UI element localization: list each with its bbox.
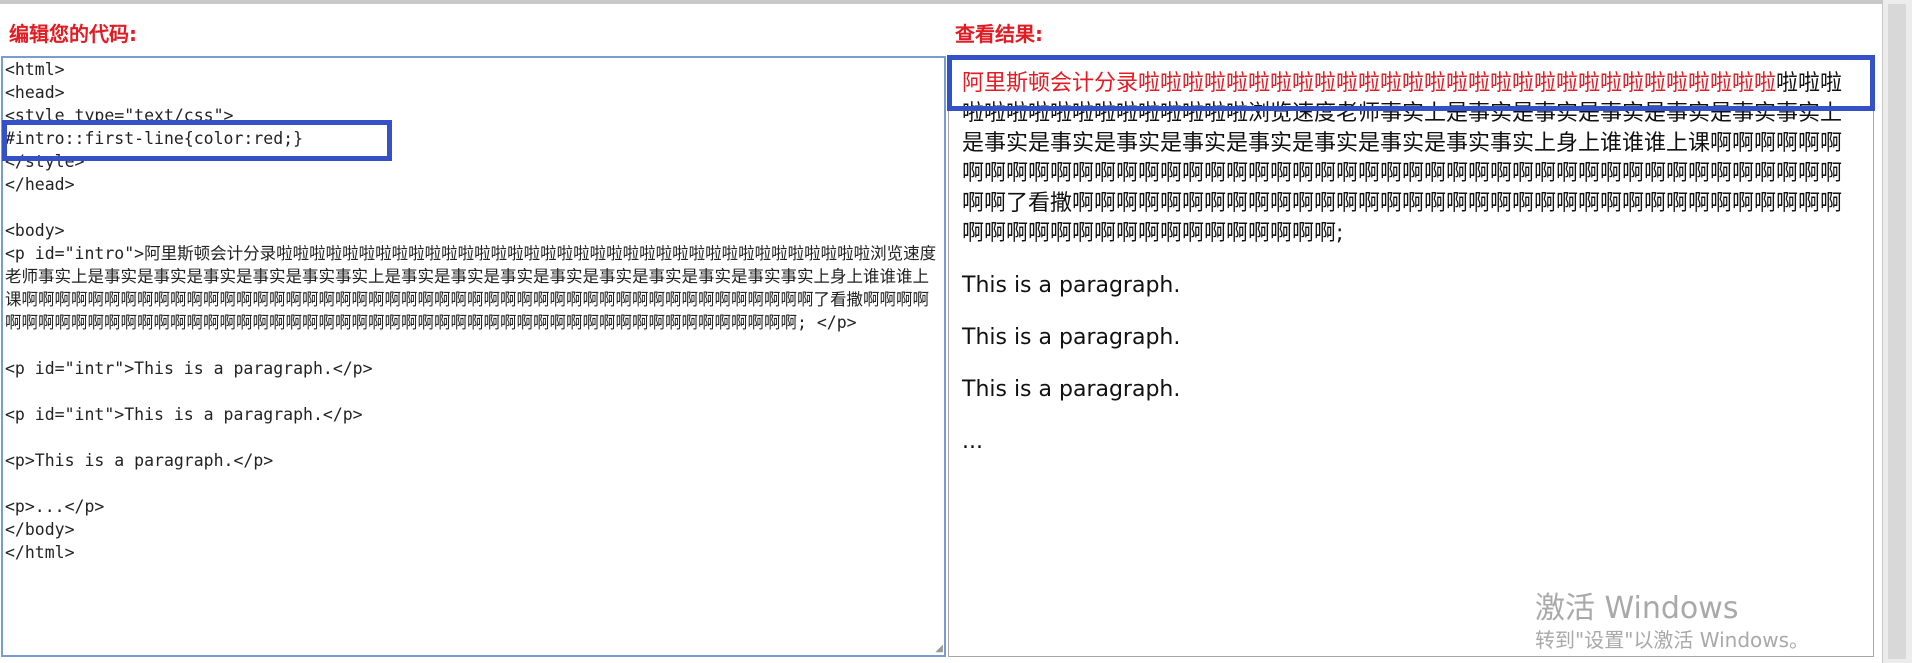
page-scrollbar-thumb[interactable] xyxy=(1888,4,1906,659)
result-highlight-annotation xyxy=(947,55,1875,111)
result-paragraph: This is a paragraph. xyxy=(962,273,1181,298)
result-paragraph: ... xyxy=(962,429,983,454)
top-border xyxy=(0,0,1882,4)
result-paragraph: This is a paragraph. xyxy=(962,377,1181,402)
code-highlight-annotation xyxy=(2,120,392,161)
result-paragraph: This is a paragraph. xyxy=(962,325,1181,350)
result-frame: 阿里斯顿会计分录啦啦啦啦啦啦啦啦啦啦啦啦啦啦啦啦啦啦啦啦啦啦啦啦啦啦啦啦啦啦啦啦… xyxy=(948,56,1874,657)
edit-code-label: 编辑您的代码: xyxy=(9,22,137,46)
result-content: 阿里斯顿会计分录啦啦啦啦啦啦啦啦啦啦啦啦啦啦啦啦啦啦啦啦啦啦啦啦啦啦啦啦啦啦啦啦… xyxy=(949,57,1862,457)
resize-grip-icon[interactable]: ◢ xyxy=(933,644,943,654)
view-result-label: 查看结果: xyxy=(955,22,1043,46)
